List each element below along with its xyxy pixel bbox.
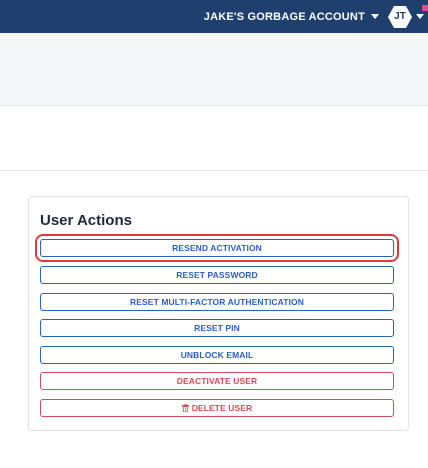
reset-password-button[interactable]: RESET PASSWORD	[40, 266, 394, 284]
reset-mfa-button[interactable]: RESET MULTI-FACTOR AUTHENTICATION	[40, 293, 394, 311]
account-name[interactable]: JAKE'S GORBAGE ACCOUNT	[204, 11, 365, 23]
avatar-initials: JT	[394, 11, 406, 22]
resend-activation-button[interactable]: RESEND ACTIVATION	[35, 234, 399, 262]
user-avatar[interactable]: JT	[387, 5, 413, 29]
user-menu-dropdown-icon[interactable]	[416, 14, 424, 19]
account-dropdown-icon[interactable]	[371, 14, 379, 19]
unblock-email-button[interactable]: UNBLOCK EMAIL	[40, 346, 394, 364]
delete-user-label: DELETE USER	[191, 403, 253, 413]
trash-icon	[181, 404, 189, 412]
top-navigation-bar: JAKE'S GORBAGE ACCOUNT JT	[0, 0, 428, 33]
account-menu[interactable]: JAKE'S GORBAGE ACCOUNT JT	[204, 0, 428, 33]
panel-title: User Actions	[40, 212, 132, 229]
deactivate-user-button[interactable]: DEACTIVATE USER	[40, 372, 394, 390]
content-divider	[0, 170, 428, 171]
user-actions-panel: User Actions RESEND ACTIVATION RESET PAS…	[28, 196, 409, 431]
page-subheader	[0, 33, 428, 106]
delete-user-button[interactable]: DELETE USER	[40, 399, 394, 417]
reset-pin-button[interactable]: RESET PIN	[40, 319, 394, 337]
notification-indicator	[422, 5, 428, 11]
